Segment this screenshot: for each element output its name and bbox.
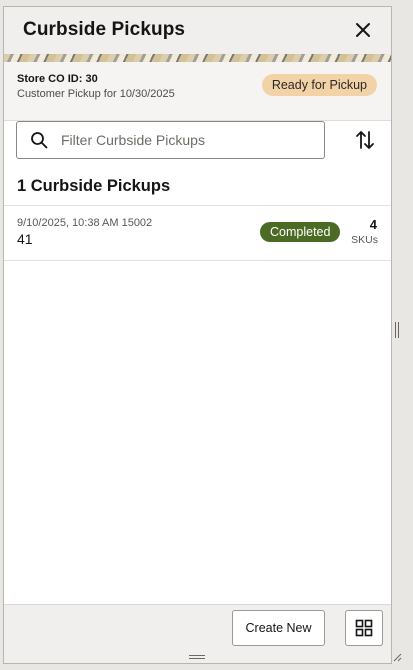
close-button[interactable]: [351, 18, 375, 42]
search-icon: [31, 132, 48, 149]
pickup-id: 41: [17, 231, 33, 247]
create-new-button[interactable]: Create New: [232, 610, 325, 646]
sku-count: 4: [369, 217, 377, 232]
pickup-list-item[interactable]: 9/10/2025, 10:38 AM 15002 41 Completed 4…: [4, 205, 391, 261]
resize-handle-bottom[interactable]: [189, 655, 205, 659]
resize-corner-icon[interactable]: [392, 652, 402, 662]
panel-title: Curbside Pickups: [23, 19, 186, 40]
decorative-banner: [4, 54, 391, 62]
panel-header: Curbside Pickups: [4, 7, 391, 55]
curbside-pickups-panel: Curbside Pickups Store CO ID: 30 Custome…: [3, 6, 392, 664]
sku-label: SKUs: [351, 234, 378, 246]
sort-icon: [356, 131, 374, 149]
filter-search-input[interactable]: [61, 122, 316, 158]
completed-status-badge: Completed: [260, 222, 341, 242]
resize-handle-right[interactable]: [395, 322, 399, 338]
pickup-meta: 9/10/2025, 10:38 AM 15002: [17, 217, 153, 229]
pickups-count-title: 1 Curbside Pickups: [17, 177, 171, 195]
store-pickup-date: Customer Pickup for 10/30/2025: [17, 88, 175, 100]
grid-icon: [355, 619, 373, 636]
ready-status-badge: Ready for Pickup: [261, 74, 377, 96]
store-info-bar: Store CO ID: 30 Customer Pickup for 10/3…: [4, 62, 391, 121]
store-id-label: Store CO ID: 30: [17, 73, 98, 85]
close-icon: [356, 23, 370, 37]
grid-view-button[interactable]: [345, 610, 383, 646]
sort-button[interactable]: [354, 128, 376, 152]
search-field: [16, 121, 325, 159]
